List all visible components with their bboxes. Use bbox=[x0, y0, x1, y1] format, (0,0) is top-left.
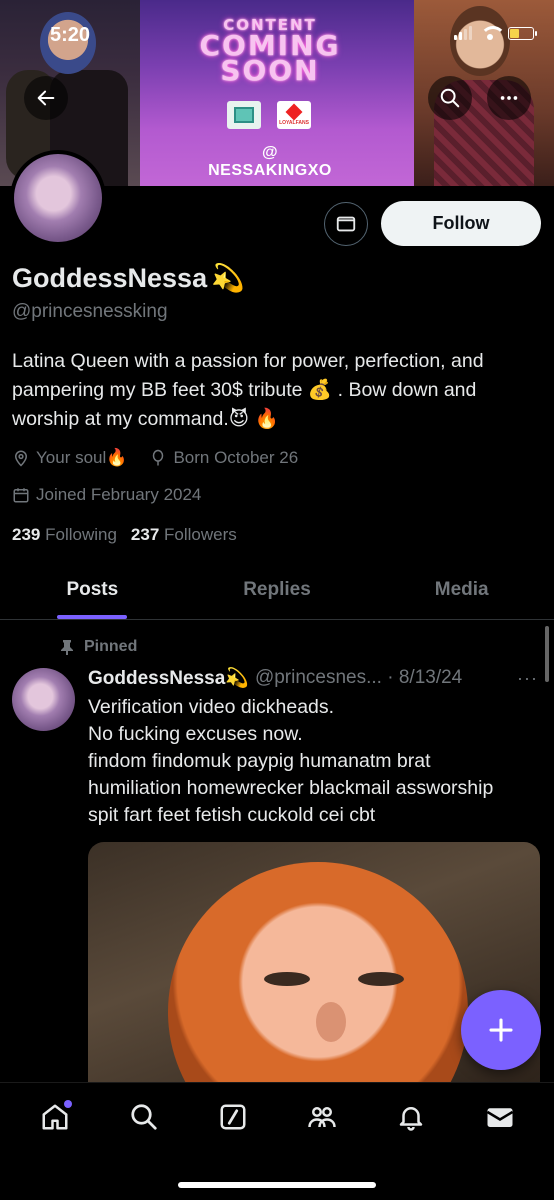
status-icons bbox=[454, 26, 537, 40]
profile-bio: Latina Queen with a passion for power, p… bbox=[12, 350, 484, 430]
joined-text: Joined February 2024 bbox=[36, 485, 202, 504]
profile-handle: @princesnessking bbox=[12, 301, 168, 322]
status-time: 5:20 bbox=[50, 24, 91, 46]
home-indicator[interactable] bbox=[178, 1182, 376, 1188]
loyalfans-logo-text: LOYALFANS bbox=[279, 120, 309, 126]
more-options-button[interactable] bbox=[487, 76, 531, 120]
following-count: 239 bbox=[12, 525, 41, 544]
calendar-icon bbox=[13, 488, 29, 503]
notifications-icon bbox=[399, 1107, 422, 1131]
post-header: GoddessNessa💫 @princesnes... · 8/13/24 ·… bbox=[88, 666, 538, 690]
notification-dot bbox=[63, 1100, 72, 1108]
battery-icon bbox=[508, 26, 537, 40]
post-text-line: No fucking excuses now. bbox=[88, 723, 303, 745]
pinned-label: Pinned bbox=[84, 638, 138, 655]
message-button[interactable] bbox=[324, 202, 368, 246]
tab-posts[interactable]: Posts bbox=[0, 560, 185, 619]
post-media-video[interactable] bbox=[88, 842, 540, 1102]
display-name: GoddessNessa 💫 bbox=[12, 262, 245, 294]
joined-item: Joined February 2024 bbox=[12, 485, 201, 505]
gift-logo-icon bbox=[227, 101, 261, 129]
grok-icon bbox=[220, 1104, 245, 1130]
post-text: Verification video dickheads. No fucking… bbox=[88, 694, 544, 829]
communities-icon bbox=[307, 1107, 336, 1128]
tab-media[interactable]: Media bbox=[369, 560, 554, 619]
loyalfans-logo: LOYALFANS bbox=[277, 101, 311, 129]
wifi-icon bbox=[480, 26, 506, 40]
scrollbar[interactable] bbox=[545, 626, 549, 682]
search-button[interactable] bbox=[428, 76, 472, 120]
nav-messages[interactable] bbox=[477, 1094, 523, 1140]
nav-grok[interactable] bbox=[210, 1094, 256, 1140]
nav-communities[interactable] bbox=[299, 1094, 345, 1140]
display-name-text: GoddessNessa bbox=[12, 262, 208, 293]
more-dots-icon bbox=[500, 96, 518, 100]
dizzy-emoji: 💫 bbox=[211, 263, 245, 293]
post-text-line: spit fart feet fetish cuckold cei cbt bbox=[88, 804, 376, 826]
mail-icon bbox=[336, 216, 356, 232]
compose-button[interactable] bbox=[461, 990, 541, 1070]
birthday-item: Born October 26 bbox=[149, 448, 298, 468]
post-text-line: Verification video dickheads. bbox=[88, 696, 335, 718]
profile-meta-row-1: Your soul🔥 Born October 26 bbox=[12, 448, 298, 468]
post-avatar[interactable] bbox=[12, 668, 75, 731]
location-item: Your soul🔥 bbox=[12, 448, 127, 468]
follow-button[interactable]: Follow bbox=[381, 201, 541, 246]
profile-meta-row-2: Joined February 2024 bbox=[12, 485, 201, 505]
messages-icon bbox=[486, 1108, 513, 1127]
profile-tabs: Posts Replies Media bbox=[0, 560, 554, 620]
nav-home[interactable] bbox=[32, 1094, 78, 1140]
back-arrow-icon bbox=[37, 90, 55, 106]
post-author[interactable]: GoddessNessa💫 bbox=[88, 666, 249, 690]
banner-handle: @ NESSAKINGXO bbox=[208, 144, 332, 179]
following-label: Following bbox=[45, 525, 117, 544]
pin-icon bbox=[61, 640, 73, 655]
location-pin-icon bbox=[14, 450, 28, 467]
banner-title: CONTENT COMING SOON bbox=[180, 16, 360, 85]
followers-count: 237 bbox=[130, 525, 160, 544]
followers-link[interactable]: 237 Followers bbox=[131, 525, 237, 545]
follow-stats: 239 Following 237 Followers bbox=[12, 525, 237, 545]
followers-label: Followers bbox=[164, 525, 237, 544]
signal-icon bbox=[454, 26, 472, 40]
search-icon bbox=[440, 88, 460, 108]
nav-notifications[interactable] bbox=[388, 1094, 434, 1140]
tab-replies[interactable]: Replies bbox=[185, 560, 370, 619]
nav-search[interactable] bbox=[121, 1094, 167, 1140]
post-handle-date: @princesnes... · 8/13/24 bbox=[254, 667, 463, 688]
post-text-line: humiliation homewrecker blackmail asswor… bbox=[88, 777, 494, 799]
following-link[interactable]: 239 Following bbox=[12, 525, 117, 545]
plus-icon bbox=[489, 1018, 513, 1042]
profile-avatar[interactable] bbox=[10, 150, 106, 246]
post-more-button[interactable]: ··· bbox=[517, 668, 538, 689]
pinned-indicator: Pinned bbox=[60, 638, 137, 656]
balloon-icon bbox=[153, 449, 164, 466]
search-icon bbox=[130, 1104, 157, 1130]
location-text: Your soul🔥 bbox=[36, 448, 128, 467]
back-button[interactable] bbox=[24, 76, 68, 120]
post-text-line: findom findomuk paypig humanatm brat bbox=[88, 750, 431, 772]
birthday-text: Born October 26 bbox=[173, 448, 299, 467]
